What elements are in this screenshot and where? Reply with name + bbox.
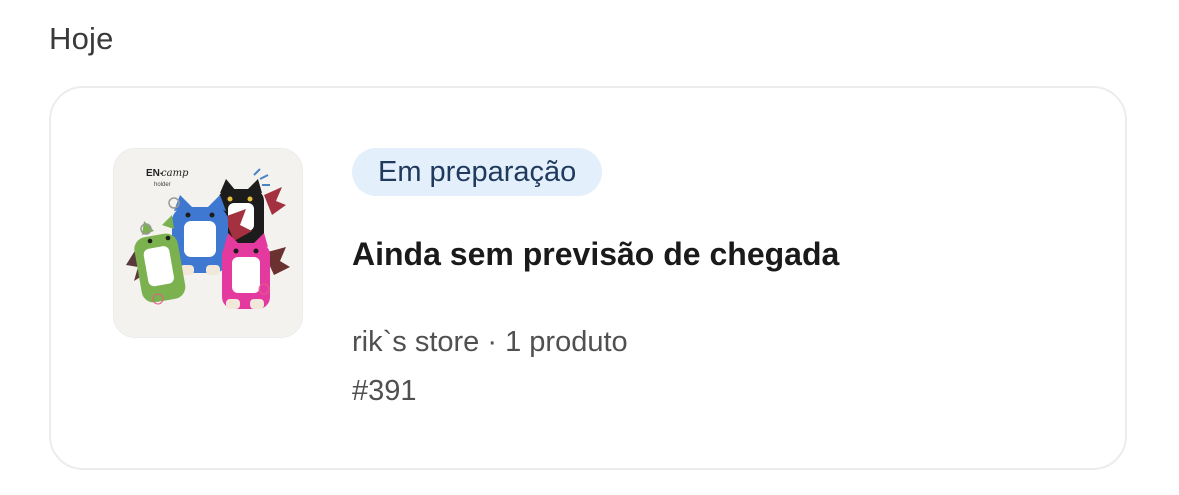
order-card[interactable]: EN- camp holder Em preparação Ainda sem … [49, 86, 1127, 470]
order-number: #391 [352, 375, 417, 407]
delivery-estimate: Ainda sem previsão de chegada [352, 236, 840, 272]
brand-logo-script: camp [161, 168, 189, 179]
brand-logo-sub: holder [154, 182, 171, 188]
item-count: 1 produto [505, 326, 628, 358]
store-name: rik`s store [352, 326, 480, 358]
product-image: EN- camp holder [114, 149, 302, 337]
product-thumbnail: EN- camp holder [113, 148, 303, 338]
order-meta: rik`s store · 1 produto [352, 326, 628, 359]
section-title: Hoje [49, 21, 114, 56]
status-badge: Em preparação [352, 148, 603, 196]
meta-separator: · [487, 326, 498, 358]
